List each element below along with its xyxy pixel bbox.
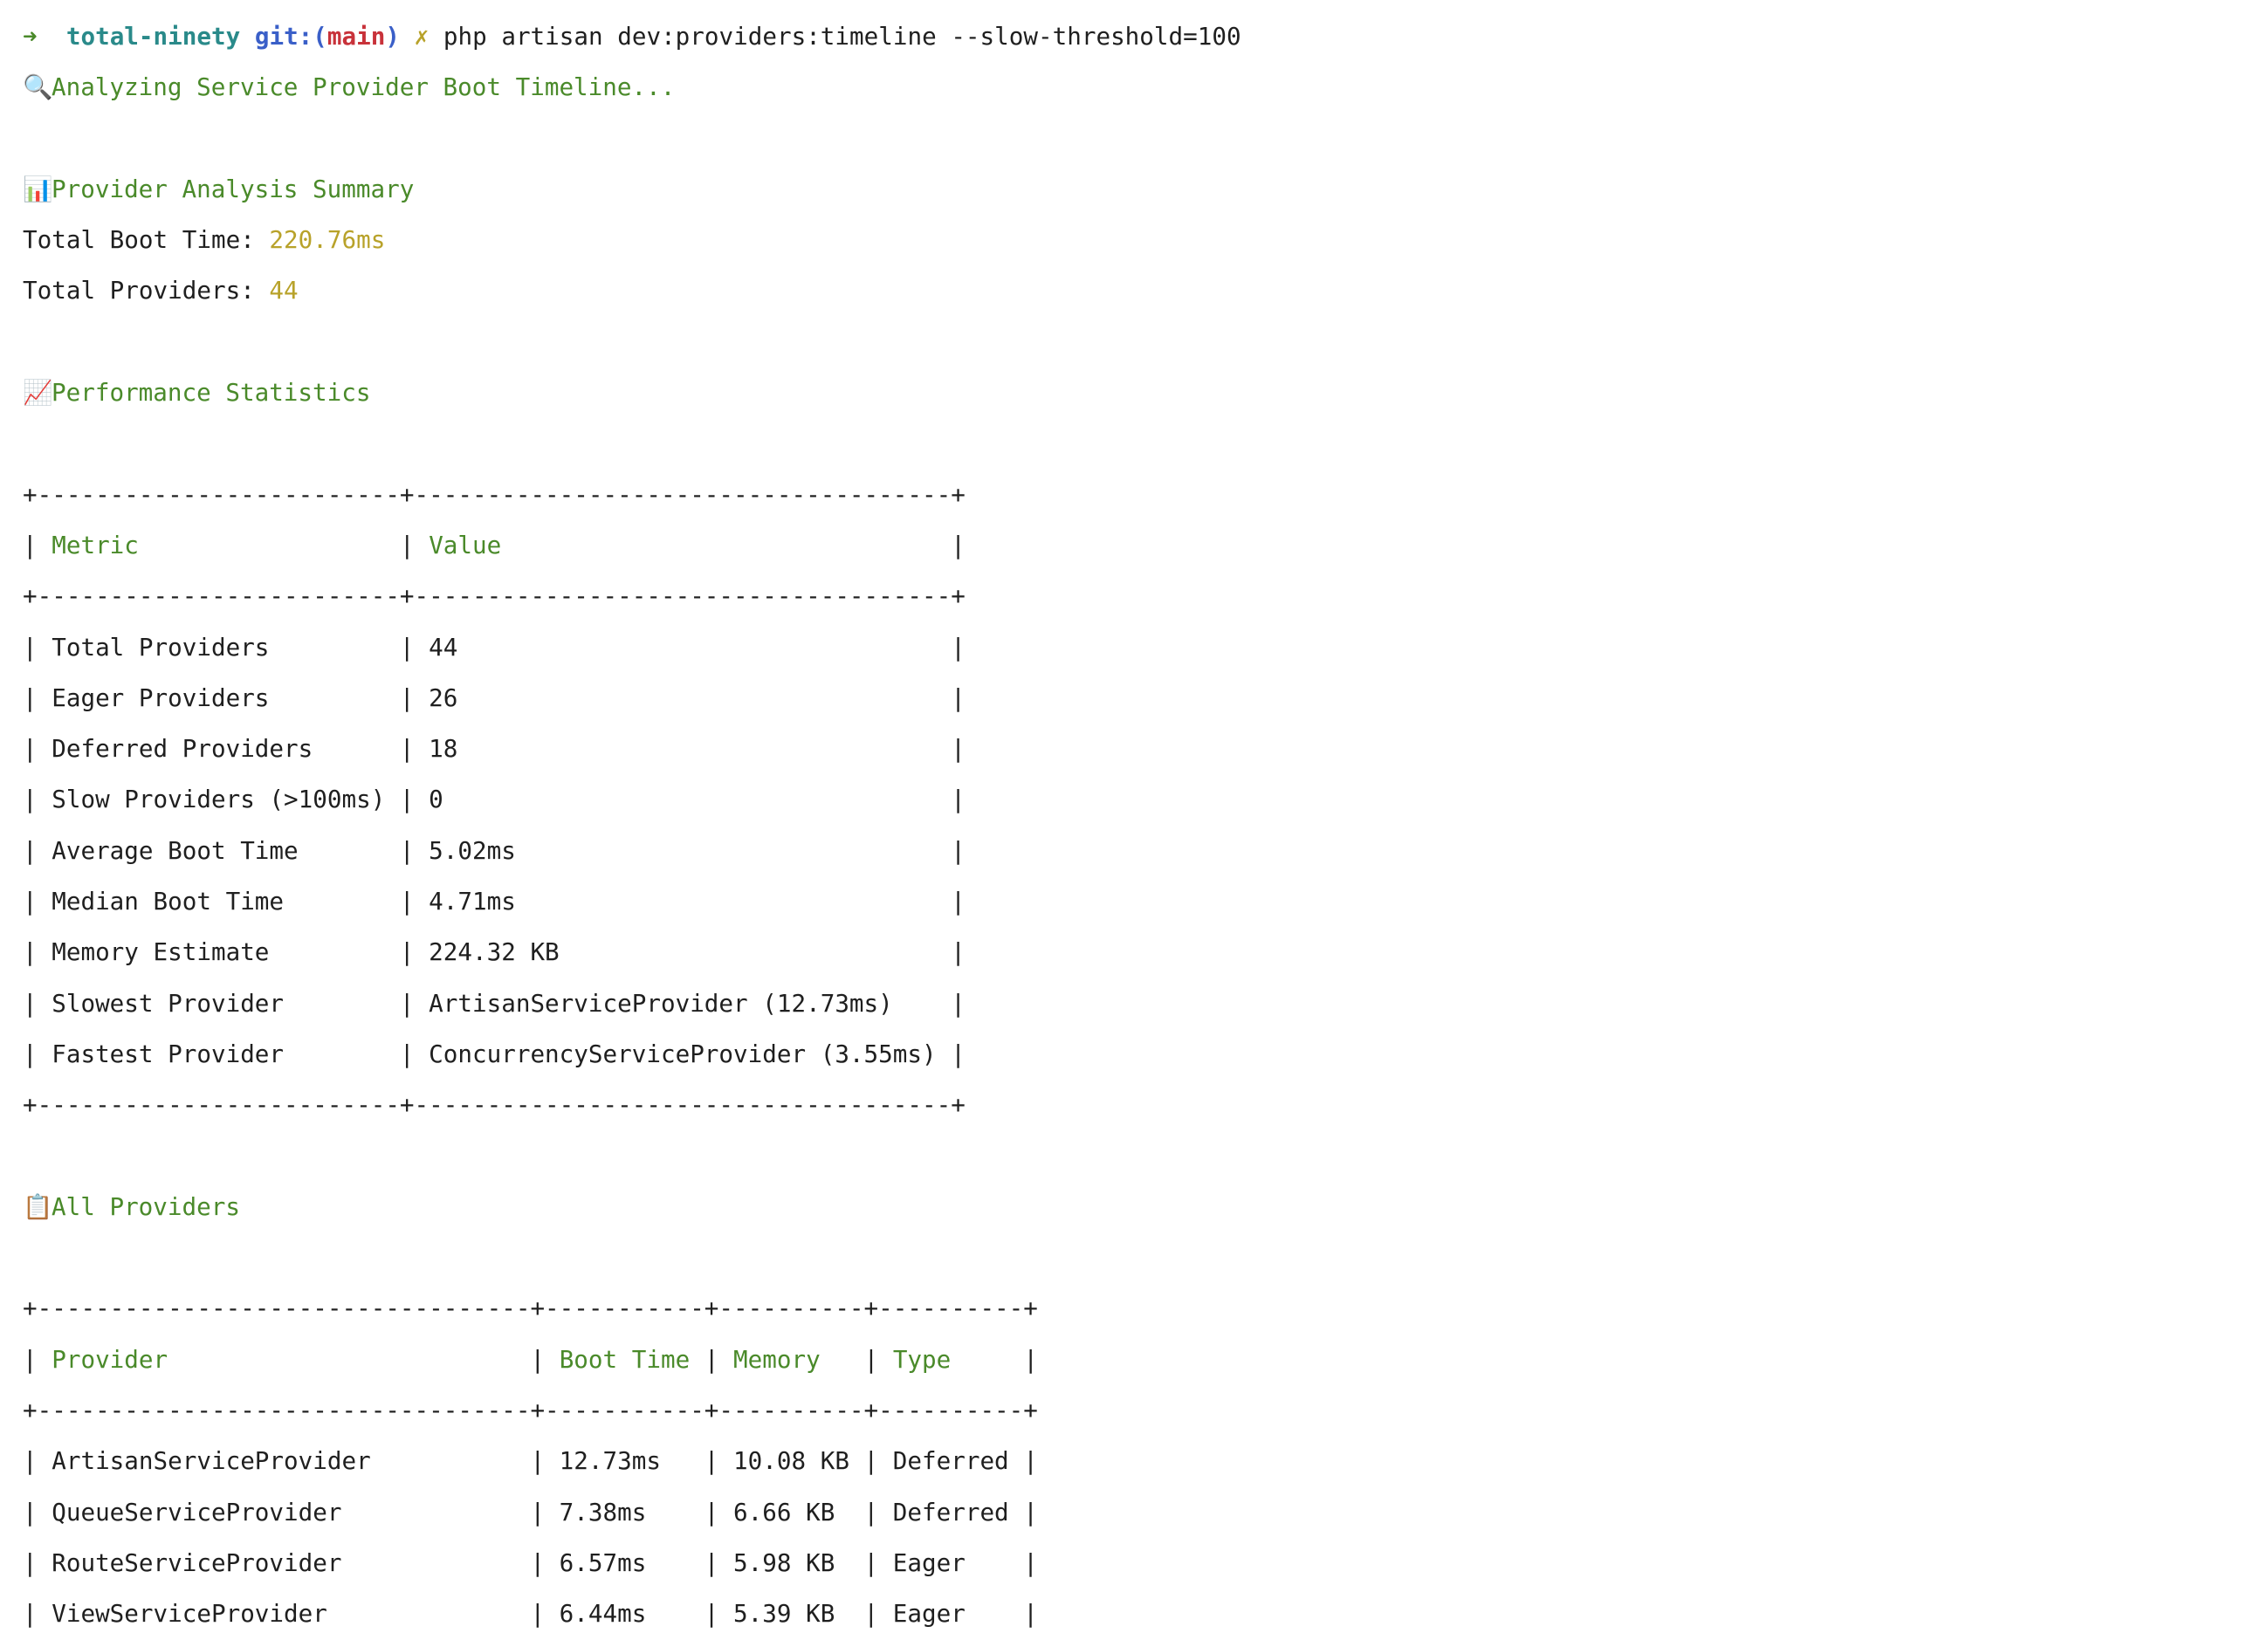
total-providers-line: Total Providers: 44: [23, 265, 1241, 316]
stats-header-value: Value: [429, 530, 502, 559]
terminal-output: ➜ total-ninety git:(main) ✗ php artisan …: [23, 11, 1241, 1640]
prompt-directory: total-ninety: [65, 22, 241, 51]
table-pipe: |: [23, 530, 52, 559]
stats-table-border-top: +-------------------------+-------------…: [23, 479, 966, 509]
command-text: php artisan dev:providers:timeline --slo…: [443, 22, 1241, 51]
providers-table-border-mid: +----------------------------------+----…: [23, 1396, 1038, 1425]
stats-row-median-boot-time: | Median Boot Time | 4.71ms |: [23, 887, 966, 916]
stats-row-slow-providers: | Slow Providers (>100ms) | 0 |: [23, 785, 966, 814]
summary-heading: 📊Provider Analysis Summary: [23, 164, 1241, 215]
total-boot-time-line: Total Boot Time: 220.76ms: [23, 215, 1241, 265]
stats-table-border-mid: +-------------------------+-------------…: [23, 581, 966, 611]
stats-row-slowest-provider: | Slowest Provider | ArtisanServiceProvi…: [23, 988, 966, 1018]
table-pipe: |: [690, 1344, 734, 1374]
total-boot-time-value: 220.76ms: [269, 225, 386, 255]
trend-chart-icon: 📈: [23, 378, 53, 408]
table-pipe: |: [820, 1344, 893, 1374]
prompt-arrow-icon: ➜: [23, 22, 38, 51]
table-pipe: |: [168, 1344, 560, 1374]
providers-title: All Providers: [52, 1191, 240, 1221]
prompt-git-close: ): [385, 22, 400, 51]
stats-row-fastest-provider: | Fastest Provider | ConcurrencyServiceP…: [23, 1039, 966, 1068]
providers-row: | QueueServiceProvider | 7.38ms | 6.66 K…: [23, 1497, 1038, 1527]
stats-row-average-boot-time: | Average Boot Time | 5.02ms |: [23, 835, 966, 865]
providers-row: | ArtisanServiceProvider | 12.73ms | 10.…: [23, 1446, 1038, 1476]
analyzing-text: Analyzing Service Provider Boot Timeline…: [52, 72, 676, 102]
stats-row-total-providers: | Total Providers | 44 |: [23, 632, 966, 662]
stats-title: Performance Statistics: [52, 378, 371, 408]
providers-header-type: Type: [892, 1344, 952, 1374]
providers-row: | ViewServiceProvider | 6.44ms | 5.39 KB…: [23, 1599, 1038, 1629]
stats-header-metric: Metric: [52, 530, 139, 559]
prompt-git-label: git:(: [254, 22, 327, 51]
providers-row: | RouteServiceProvider | 6.57ms | 5.98 K…: [23, 1547, 1038, 1577]
total-boot-time-label: Total Boot Time:: [23, 225, 270, 255]
providers-table-border-top: +----------------------------------+----…: [23, 1293, 1038, 1323]
dirty-mark-icon: ✗: [414, 22, 430, 51]
table-pipe: |: [138, 530, 430, 559]
stats-table-border-bottom: +-------------------------+-------------…: [23, 1090, 966, 1120]
summary-title: Provider Analysis Summary: [52, 174, 415, 203]
total-providers-label: Total Providers:: [23, 276, 270, 305]
magnifier-icon: 🔍: [23, 72, 53, 102]
providers-table-header: | Provider | Boot Time | Memory | Type |: [23, 1335, 1241, 1385]
providers-header-memory: Memory: [733, 1344, 821, 1374]
stats-row-deferred-providers: | Deferred Providers | 18 |: [23, 734, 966, 764]
stats-row-eager-providers: | Eager Providers | 26 |: [23, 683, 966, 712]
total-providers-value: 44: [269, 276, 299, 305]
providers-heading: 📋All Providers: [23, 1182, 1241, 1232]
command-prompt-line[interactable]: ➜ total-ninety git:(main) ✗ php artisan …: [23, 11, 1241, 62]
table-pipe: |: [951, 1344, 1038, 1374]
table-pipe: |: [501, 530, 966, 559]
analyzing-line: 🔍Analyzing Service Provider Boot Timelin…: [23, 62, 1241, 113]
clipboard-icon: 📋: [23, 1191, 53, 1221]
providers-header-boot-time: Boot Time: [559, 1344, 691, 1374]
stats-table-header: | Metric | Value |: [23, 520, 1241, 571]
prompt-git-branch: main: [326, 22, 386, 51]
table-pipe: |: [23, 1344, 52, 1374]
bar-chart-icon: 📊: [23, 174, 53, 203]
stats-heading: 📈Performance Statistics: [23, 367, 1241, 418]
providers-header-provider: Provider: [52, 1344, 168, 1374]
stats-row-memory-estimate: | Memory Estimate | 224.32 KB |: [23, 937, 966, 967]
